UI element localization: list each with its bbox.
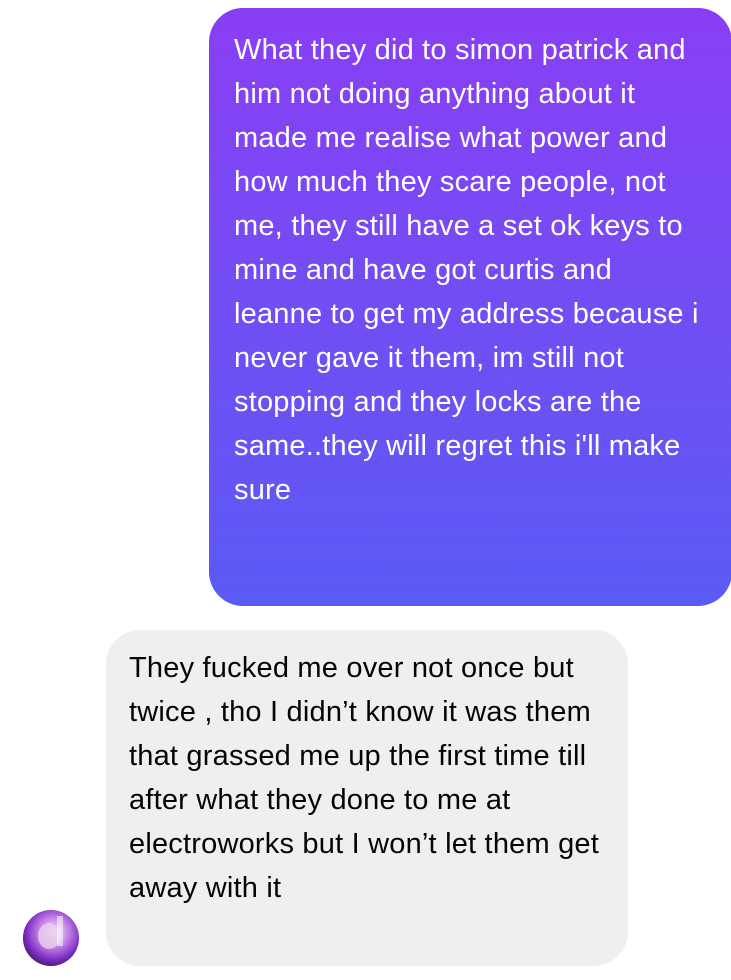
received-message-bubble[interactable]: They fucked me over not once but twice ,… [106, 630, 628, 966]
contact-avatar[interactable] [23, 910, 79, 966]
sent-message-bubble[interactable]: What they did to simon patrick and him n… [209, 8, 731, 606]
avatar-photo-icon [23, 910, 79, 966]
